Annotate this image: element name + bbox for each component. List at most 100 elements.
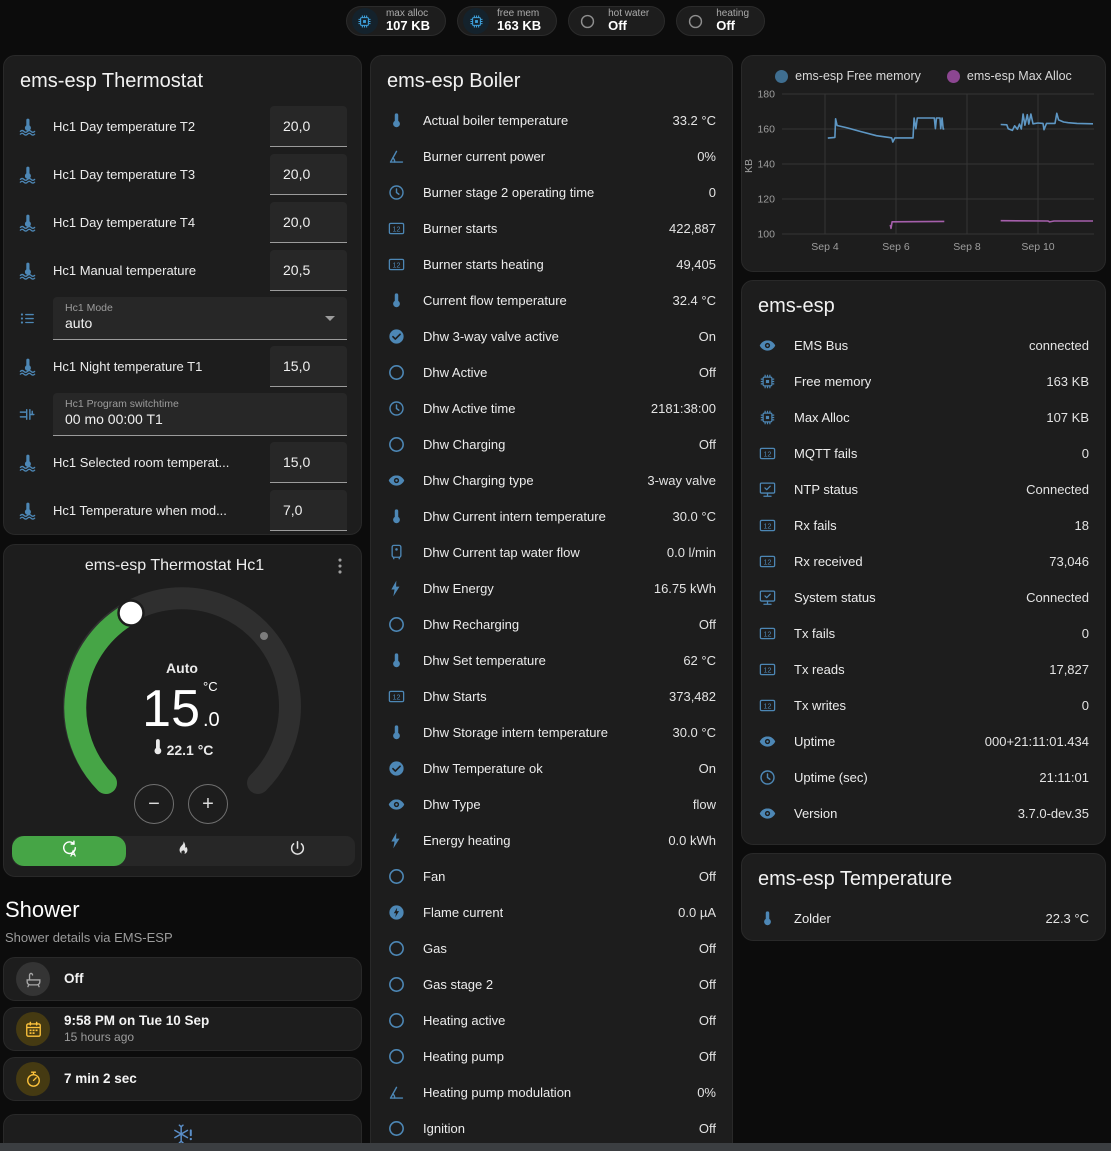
card-title: ems-esp bbox=[742, 281, 1105, 327]
entity-row[interactable]: Zolder 22.3 °C bbox=[742, 900, 1105, 936]
dial-knob[interactable] bbox=[119, 601, 144, 626]
entity-row[interactable]: Actual boiler temperature 33.2 °C bbox=[371, 102, 732, 138]
mode-auto-button[interactable] bbox=[12, 836, 126, 866]
entity-row[interactable]: Dhw Type flow bbox=[371, 786, 732, 822]
switchtime-input[interactable]: Hc1 Program switchtime 00 mo 00:00 T1 bbox=[53, 393, 347, 436]
entity-row[interactable]: 12 Tx writes 0 bbox=[742, 687, 1105, 723]
entity-row[interactable]: 12 Tx fails 0 bbox=[742, 615, 1105, 651]
entity-row[interactable]: Burner stage 2 operating time 0 bbox=[371, 174, 732, 210]
entity-row[interactable]: Ignition Off bbox=[371, 1110, 732, 1146]
entity-row[interactable]: Fan Off bbox=[371, 858, 732, 894]
entity-row[interactable]: 12 Rx fails 18 bbox=[742, 507, 1105, 543]
entity-row[interactable]: Dhw Energy 16.75 kWh bbox=[371, 570, 732, 606]
badge-hot-water[interactable]: hot waterOff bbox=[568, 6, 665, 36]
entity-row[interactable]: 12 MQTT fails 0 bbox=[742, 435, 1105, 471]
dial-active-arc bbox=[75, 613, 131, 783]
entity-row[interactable]: Gas Off bbox=[371, 930, 732, 966]
counter-icon: 12 bbox=[758, 444, 777, 463]
legend-item-free-memory[interactable]: ems-esp Free memory bbox=[775, 69, 921, 83]
thermometer-water-icon bbox=[18, 117, 37, 136]
number-input[interactable]: 20,0 bbox=[270, 202, 347, 243]
svg-text:Sep 10: Sep 10 bbox=[1021, 241, 1054, 253]
eye-icon bbox=[387, 471, 406, 490]
entity-row[interactable]: Heating pump modulation 0% bbox=[371, 1074, 732, 1110]
mode-heat-button[interactable] bbox=[126, 836, 240, 866]
entity-row[interactable]: Dhw Storage intern temperature 30.0 °C bbox=[371, 714, 732, 750]
entity-row[interactable]: 12 Tx reads 17,827 bbox=[742, 651, 1105, 687]
snowflake-alert-icon bbox=[172, 1123, 194, 1145]
entity-row[interactable]: Current flow temperature 32.4 °C bbox=[371, 282, 732, 318]
entity-row[interactable]: Flame current 0.0 µA bbox=[371, 894, 732, 930]
counter-icon: 12 bbox=[758, 660, 777, 679]
entity-row[interactable]: 12 Rx received 73,046 bbox=[742, 543, 1105, 579]
entity-row[interactable]: Heating active Off bbox=[371, 1002, 732, 1038]
svg-text:12: 12 bbox=[764, 450, 772, 458]
legend-item-max-alloc[interactable]: ems-esp Max Alloc bbox=[947, 69, 1072, 83]
monitor-check-icon bbox=[758, 588, 777, 607]
badge-max-alloc[interactable]: max alloc107 KB bbox=[346, 6, 446, 36]
entity-row[interactable]: Dhw Current intern temperature 30.0 °C bbox=[371, 498, 732, 534]
mode-select[interactable]: Hc1 Mode auto bbox=[53, 297, 347, 340]
entity-row[interactable]: Burner current power 0% bbox=[371, 138, 732, 174]
card-title: ems-esp Boiler bbox=[371, 56, 732, 102]
memory-chart-card: ems-esp Free memory ems-esp Max Alloc 18… bbox=[741, 55, 1106, 272]
entity-row[interactable]: Dhw Recharging Off bbox=[371, 606, 732, 642]
entity-row[interactable]: Dhw Current tap water flow 0.0 l/min bbox=[371, 534, 732, 570]
badge-free-mem[interactable]: free mem163 KB bbox=[457, 6, 557, 36]
thermostat-dial-card: ems-esp Thermostat Hc1 Auto 15 °C .0 22.… bbox=[3, 544, 362, 877]
entity-row[interactable]: Dhw Active time 2181:38:00 bbox=[371, 390, 732, 426]
esp-status-card: ems-esp EMS Bus connected Free memory 16… bbox=[741, 280, 1106, 845]
entity-row[interactable]: Dhw Temperature ok On bbox=[371, 750, 732, 786]
entity-row[interactable]: Dhw Charging Off bbox=[371, 426, 732, 462]
number-input[interactable]: 20,0 bbox=[270, 106, 347, 147]
entity-row[interactable]: Uptime 000+21:11:01.434 bbox=[742, 723, 1105, 759]
entity-row[interactable]: Version 3.7.0-dev.35 bbox=[742, 795, 1105, 831]
number-input[interactable]: 20,5 bbox=[270, 250, 347, 291]
increase-temp-button[interactable]: + bbox=[188, 784, 228, 824]
number-input[interactable]: 7,0 bbox=[270, 490, 347, 531]
shower-state-card[interactable]: Off bbox=[3, 957, 362, 1001]
thermometer-water-icon bbox=[18, 261, 37, 280]
shower-section-header: Shower Shower details via EMS-ESP bbox=[5, 897, 360, 945]
entity-row[interactable]: Max Alloc 107 KB bbox=[742, 399, 1105, 435]
entity-row[interactable]: Uptime (sec) 21:11:01 bbox=[742, 759, 1105, 795]
svg-text:140: 140 bbox=[757, 159, 775, 171]
eye-icon bbox=[758, 336, 777, 355]
thermometer-icon bbox=[387, 111, 406, 130]
number-input[interactable]: 20,0 bbox=[270, 154, 347, 195]
entity-row[interactable]: System status Connected bbox=[742, 579, 1105, 615]
horizontal-scrollbar[interactable] bbox=[0, 1143, 1111, 1151]
chip-icon bbox=[758, 408, 777, 427]
circle-icon bbox=[387, 1047, 406, 1066]
svg-text:12: 12 bbox=[764, 522, 772, 530]
shower-duration-card[interactable]: 7 min 2 sec bbox=[3, 1057, 362, 1101]
bath-icon bbox=[16, 962, 50, 996]
decrease-temp-button[interactable]: − bbox=[134, 784, 174, 824]
entity-row[interactable]: Heating pump Off bbox=[371, 1038, 732, 1074]
circle-icon bbox=[387, 975, 406, 994]
thermostat-dial[interactable]: Auto 15 °C .0 22.1 °C bbox=[4, 573, 363, 803]
entity-row[interactable]: NTP status Connected bbox=[742, 471, 1105, 507]
number-input[interactable]: 15,0 bbox=[270, 346, 347, 387]
entity-row[interactable]: 12 Dhw Starts 373,482 bbox=[371, 678, 732, 714]
entity-row[interactable]: 12 Burner starts heating 49,405 bbox=[371, 246, 732, 282]
entity-row[interactable]: 12 Burner starts 422,887 bbox=[371, 210, 732, 246]
entity-row[interactable]: Energy heating 0.0 kWh bbox=[371, 822, 732, 858]
thermometer-water-icon bbox=[18, 453, 37, 472]
entity-row[interactable]: Free memory 163 KB bbox=[742, 363, 1105, 399]
counter-icon: 12 bbox=[758, 624, 777, 643]
badge-value: 163 KB bbox=[497, 19, 541, 34]
entity-row[interactable]: Dhw Active Off bbox=[371, 354, 732, 390]
entity-row[interactable]: Dhw 3-way valve active On bbox=[371, 318, 732, 354]
number-input[interactable]: 15,0 bbox=[270, 442, 347, 483]
svg-text:120: 120 bbox=[757, 194, 775, 206]
number-row-day-t4: Hc1 Day temperature T4 20,0 bbox=[4, 198, 361, 246]
entity-row[interactable]: Dhw Charging type 3-way valve bbox=[371, 462, 732, 498]
badge-heating[interactable]: heatingOff bbox=[676, 6, 765, 36]
chip-icon bbox=[463, 8, 489, 34]
entity-row[interactable]: EMS Bus connected bbox=[742, 327, 1105, 363]
shower-last-card[interactable]: 9:58 PM on Tue 10 Sep 15 hours ago bbox=[3, 1007, 362, 1051]
entity-row[interactable]: Dhw Set temperature 62 °C bbox=[371, 642, 732, 678]
mode-off-button[interactable] bbox=[241, 836, 355, 866]
entity-row[interactable]: Gas stage 2 Off bbox=[371, 966, 732, 1002]
